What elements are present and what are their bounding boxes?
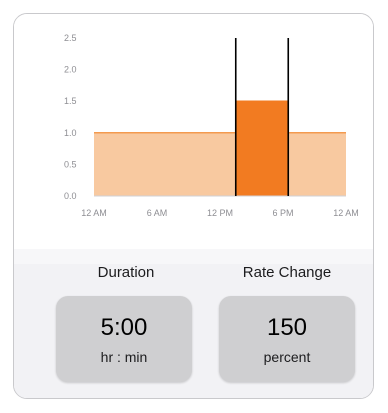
basal-chart-svg: 2.5 2.0 1.5 1.0 0.5 0.0 12 AM 6 AM 12 PM 6 PM 12 A… [64, 33, 359, 218]
y-tick-label: 2.0 [64, 65, 77, 75]
rate-change-value: 150 [266, 314, 308, 341]
duration-unit: hr : min [100, 349, 148, 365]
basal-segment [94, 132, 236, 196]
y-tick-label: 0.5 [64, 159, 77, 169]
rate-change-button[interactable]: 150 percent [219, 296, 355, 382]
x-tick-label: 6 AM [147, 208, 168, 218]
y-tick-label: 1.0 [64, 128, 77, 138]
separator [14, 249, 373, 264]
y-tick-label: 2.5 [64, 33, 77, 43]
x-tick-label: 6 PM [272, 208, 293, 218]
duration-value: 5:00 [100, 314, 148, 341]
rate-change-label: Rate Change [242, 264, 332, 281]
basal-segment-highlight [235, 101, 289, 196]
basal-segment [288, 132, 346, 196]
duration-button[interactable]: 5:00 hr : min [56, 296, 192, 382]
x-tick-label: 12 AM [333, 208, 359, 218]
rate-change-unit: percent [263, 349, 311, 365]
y-tick-label: 0.0 [64, 191, 77, 201]
y-tick-label: 1.5 [64, 96, 77, 106]
basal-chart[interactable]: 2.5 2.0 1.5 1.0 0.5 0.0 12 AM 6 AM 12 PM 6 PM 12 A… [14, 14, 373, 249]
x-tick-label: 12 AM [81, 208, 107, 218]
duration-label: Duration [97, 264, 155, 281]
x-tick-label: 12 PM [207, 208, 233, 218]
